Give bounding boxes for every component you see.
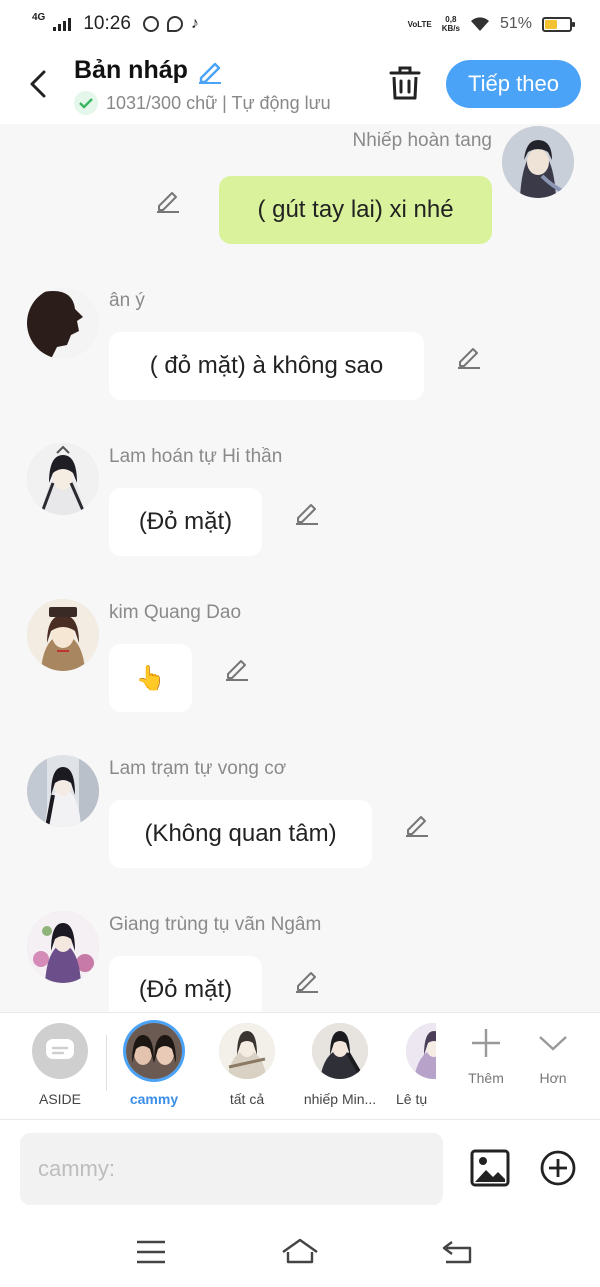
back-button[interactable]	[24, 66, 52, 102]
sender-name: Nhiếp hoàn tang	[352, 130, 492, 151]
avatar	[406, 1023, 436, 1079]
recents-button[interactable]	[131, 1236, 171, 1268]
network-speed: 0,8 KB/s	[441, 15, 460, 33]
volte-icon: VoLTE	[407, 19, 432, 29]
check-icon	[74, 91, 98, 115]
chevron-left-icon	[30, 70, 46, 98]
aside-icon	[32, 1023, 88, 1079]
plus-icon	[472, 1029, 500, 1057]
edit-message-icon[interactable]	[223, 654, 251, 682]
edit-title-icon[interactable]	[196, 57, 224, 85]
next-button[interactable]: Tiếp theo	[446, 60, 581, 108]
avatar	[312, 1023, 368, 1079]
more-label: Hơn	[539, 1070, 567, 1086]
wifi-icon	[470, 17, 489, 31]
chevron-down-icon	[539, 1036, 567, 1051]
message-bubble[interactable]: 👆	[109, 644, 192, 712]
sender-name: Lam trạm tự vong cơ	[109, 758, 287, 779]
edit-message-icon[interactable]	[154, 186, 182, 214]
sender-name: Lam hoán tự Hi thần	[109, 446, 283, 467]
delete-button[interactable]	[388, 64, 422, 102]
header: Bản nháp 1031/300 chữ | Tự động lưu Tiếp…	[0, 48, 600, 124]
home-button[interactable]	[280, 1236, 320, 1268]
network-type: 4G	[32, 12, 46, 23]
system-nav-bar	[0, 1220, 600, 1287]
avatar[interactable]	[27, 755, 99, 827]
sender-name: Giang trùng tụ vãn Ngâm	[109, 914, 322, 935]
chat-area[interactable]: Nhiếp hoàn tang ( gút tay lai) xi nhé ân…	[0, 124, 600, 1012]
page-title: Bản nháp	[74, 56, 188, 84]
edit-message-icon[interactable]	[403, 810, 431, 838]
menu-icon	[137, 1240, 165, 1264]
message-bubble[interactable]: ( gút tay lai) xi nhé	[219, 176, 492, 244]
add-label: Thêm	[468, 1070, 504, 1086]
character-label: cammy	[129, 1091, 179, 1107]
avatar	[126, 1023, 182, 1079]
word-count-status: 1031/300 chữ | Tự động lưu	[106, 92, 331, 113]
edit-message-icon[interactable]	[293, 966, 321, 994]
avatar[interactable]	[27, 599, 99, 671]
character-label: ASIDE	[38, 1091, 81, 1107]
add-button[interactable]	[540, 1150, 576, 1186]
messenger-icon	[166, 16, 183, 32]
more-button[interactable]: Hơn	[523, 1027, 583, 1086]
avatar	[219, 1023, 275, 1079]
message-bubble[interactable]: (Đỏ mặt)	[109, 956, 262, 1012]
tiktok-icon: ♪	[190, 15, 199, 32]
message-bubble[interactable]: ( đỏ mặt) à không sao	[109, 332, 424, 400]
character-label: tất cả	[229, 1091, 265, 1107]
battery-icon	[542, 16, 575, 32]
character-bar: ASIDE cammy tất cả nhiếp Min... Lê tụ Th…	[0, 1012, 600, 1120]
avatar[interactable]	[27, 911, 99, 983]
insert-image-button[interactable]	[470, 1148, 510, 1188]
edit-message-icon[interactable]	[293, 498, 321, 526]
message-bubble[interactable]: (Không quan tâm)	[109, 800, 372, 868]
image-icon	[470, 1149, 510, 1187]
battery-percent: 51%	[499, 15, 532, 32]
home-icon	[282, 1238, 318, 1264]
avatar[interactable]	[502, 126, 574, 198]
input-bar	[0, 1120, 600, 1220]
message-input[interactable]	[20, 1133, 443, 1205]
character-all[interactable]: tất cả	[205, 1023, 289, 1107]
divider	[106, 1035, 107, 1091]
sender-name: kim Quang Dao	[109, 602, 242, 623]
add-character-button[interactable]: Thêm	[456, 1027, 516, 1086]
sender-name: ân ý	[109, 290, 145, 311]
return-icon	[442, 1241, 472, 1264]
character-label: Lê tụ	[396, 1091, 428, 1107]
character-aside[interactable]: ASIDE	[18, 1023, 102, 1107]
character-nhiep-min[interactable]: nhiếp Min...	[298, 1023, 382, 1107]
status-bar: 4G 10:26 ♪ VoLTE 0,8 KB/s 51%	[0, 0, 600, 48]
trash-icon	[389, 66, 421, 100]
character-cammy[interactable]: cammy	[112, 1023, 196, 1107]
avatar[interactable]	[27, 287, 99, 359]
avatar[interactable]	[27, 443, 99, 515]
edit-message-icon[interactable]	[455, 342, 483, 370]
plus-circle-icon	[540, 1150, 576, 1186]
character-le-tu[interactable]: Lê tụ	[384, 1023, 436, 1107]
clock: 10:26	[83, 13, 131, 34]
character-label: nhiếp Min...	[303, 1091, 377, 1107]
signal-icon	[53, 17, 72, 31]
back-nav-button[interactable]	[438, 1236, 478, 1268]
app-notification-icon	[142, 16, 159, 32]
message-bubble[interactable]: (Đỏ mặt)	[109, 488, 262, 556]
